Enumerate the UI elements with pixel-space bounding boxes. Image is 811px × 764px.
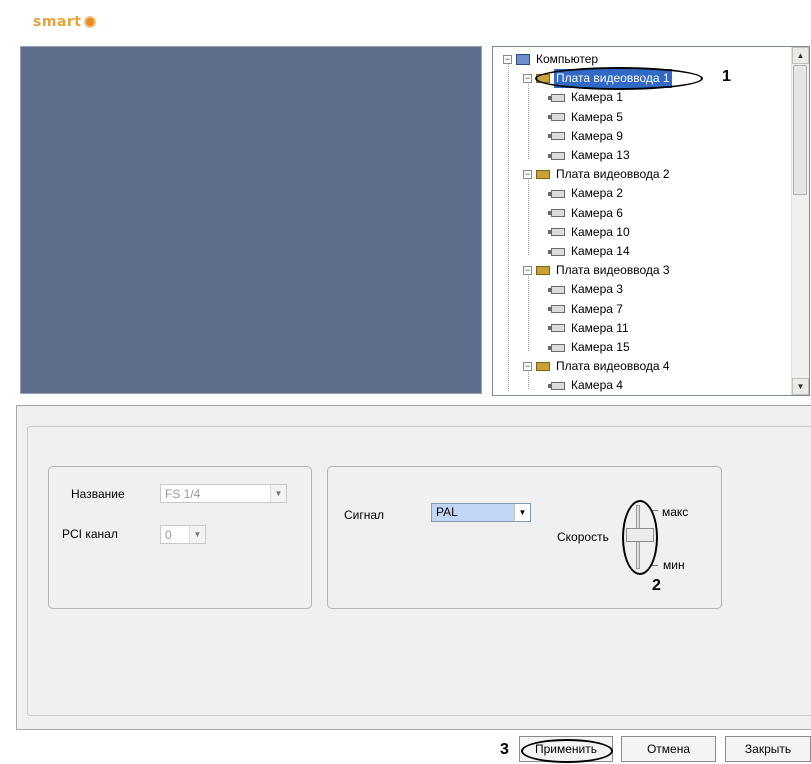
collapse-icon[interactable]: − bbox=[503, 55, 512, 64]
tree-item-camera[interactable]: Камера 1 bbox=[548, 88, 625, 107]
camera-icon bbox=[548, 189, 565, 198]
tree-item-camera[interactable]: Камера 9 bbox=[548, 127, 625, 146]
tree-item-label: Камера 15 bbox=[571, 340, 630, 354]
collapse-icon[interactable]: − bbox=[523, 170, 532, 180]
speed-max-label: макс bbox=[662, 505, 689, 519]
signal-label: Сигнал bbox=[344, 508, 385, 522]
tree-item-label: Камера 11 bbox=[571, 320, 629, 335]
tree-item-camera[interactable]: Камера 11 bbox=[548, 319, 631, 338]
annotation-ellipse-2 bbox=[622, 500, 658, 575]
capture-board-icon bbox=[536, 362, 550, 372]
camera-icon bbox=[548, 343, 565, 352]
tree-item-label: Камера 5 bbox=[571, 109, 623, 124]
tree-item-label: Камера 10 bbox=[571, 224, 630, 239]
tree-item-label: Камера 9 bbox=[571, 128, 623, 143]
hardware-tree[interactable]: − Компьютер − Плата видеоввода 1 Камера 1К… bbox=[492, 46, 810, 396]
collapse-icon[interactable]: − bbox=[523, 266, 532, 276]
tree-item-label: Камера 4 bbox=[571, 378, 623, 393]
chevron-down-icon[interactable]: ▼ bbox=[270, 485, 286, 502]
tree-item-camera[interactable]: Камера 15 bbox=[548, 338, 632, 357]
camera-icon bbox=[548, 132, 565, 141]
annotation-ellipse-1 bbox=[535, 67, 703, 90]
tree-item-label: Камера 2 bbox=[571, 186, 623, 201]
camera-icon bbox=[548, 381, 565, 390]
camera-icon bbox=[548, 151, 565, 160]
collapse-icon[interactable]: − bbox=[523, 74, 532, 84]
pci-channel-value: 0 bbox=[165, 528, 172, 542]
tree-connector-line bbox=[528, 177, 529, 255]
scroll-thumb[interactable] bbox=[793, 65, 807, 195]
logo-gear-icon bbox=[84, 16, 97, 28]
chevron-down-icon[interactable]: ▼ bbox=[514, 504, 530, 521]
camera-icon bbox=[548, 93, 565, 102]
pci-channel-select[interactable]: 0 ▼ bbox=[160, 525, 206, 544]
slider-tick bbox=[652, 565, 658, 566]
tree-item-label: Камера 1 bbox=[571, 90, 623, 105]
camera-icon bbox=[548, 228, 565, 237]
tree-scrollbar[interactable]: ▲ ▼ bbox=[791, 47, 809, 395]
camera-icon bbox=[548, 285, 565, 294]
chevron-down-icon[interactable]: ▼ bbox=[189, 526, 205, 543]
tree-item-board[interactable]: − Плата видеоввода 3 bbox=[523, 261, 672, 280]
tree-connector-line bbox=[528, 273, 529, 351]
signal-select-value: PAL bbox=[432, 504, 514, 521]
name-select[interactable]: FS 1/4 ▼ bbox=[160, 484, 287, 503]
scroll-down-icon[interactable]: ▼ bbox=[792, 378, 809, 395]
tree-connector-line bbox=[508, 61, 509, 391]
tree-item-camera[interactable]: Камера 13 bbox=[548, 146, 632, 165]
tree-item-camera[interactable]: Камера 14 bbox=[548, 242, 632, 261]
tree-item-label: Компьютер bbox=[536, 52, 599, 66]
tree-item-camera[interactable]: Камера 3 bbox=[548, 280, 625, 299]
camera-icon bbox=[548, 113, 565, 122]
collapse-icon[interactable]: − bbox=[523, 362, 532, 372]
camera-icon bbox=[548, 247, 565, 256]
annotation-ellipse-3 bbox=[521, 739, 613, 763]
tree-item-camera[interactable]: Камера 10 bbox=[548, 223, 632, 242]
capture-board-icon bbox=[536, 170, 550, 180]
tree-item-computer[interactable]: − Компьютер bbox=[503, 50, 600, 69]
tree-connector-line bbox=[528, 81, 529, 159]
tree-item-board[interactable]: − Плата видеоввода 2 bbox=[523, 165, 672, 184]
tree-item-label: Камера 13 bbox=[571, 148, 630, 162]
camera-icon bbox=[548, 305, 565, 314]
tree-item-label: Камера 14 bbox=[571, 244, 630, 258]
speed-label: Скорость bbox=[557, 530, 609, 544]
camera-settings-group bbox=[327, 466, 722, 609]
logo-text: smart bbox=[33, 14, 82, 30]
pci-channel-label: PCI канал bbox=[62, 527, 118, 541]
speed-min-label: мин bbox=[663, 558, 685, 572]
camera-icon bbox=[548, 209, 565, 218]
tree-item-camera[interactable]: Камера 6 bbox=[548, 204, 625, 223]
scroll-up-icon[interactable]: ▲ bbox=[792, 47, 809, 64]
tree-item-camera[interactable]: Камера 4 bbox=[548, 376, 625, 395]
name-label: Название bbox=[71, 487, 125, 501]
computer-icon bbox=[516, 54, 530, 65]
tree-item-label: Плата видеоввода 4 bbox=[556, 359, 670, 374]
tree-item-label: Камера 6 bbox=[571, 205, 623, 220]
tree-item-camera[interactable]: Камера 7 bbox=[548, 300, 625, 319]
annotation-number-1: 1 bbox=[722, 68, 731, 85]
tree-item-camera[interactable]: Камера 5 bbox=[548, 108, 625, 127]
smart-logo: smart bbox=[33, 14, 97, 30]
video-preview bbox=[20, 46, 482, 394]
cancel-button[interactable]: Отмена bbox=[621, 736, 716, 762]
tree-item-label: Плата видеоввода 2 bbox=[556, 167, 670, 182]
tree-item-label: Плата видеоввода 3 bbox=[556, 263, 670, 278]
tree-item-board[interactable]: − Плата видеоввода 4 bbox=[523, 357, 672, 376]
camera-icon bbox=[548, 324, 565, 333]
annotation-number-2: 2 bbox=[652, 577, 661, 594]
capture-board-icon bbox=[536, 266, 550, 276]
tree-item-label: Камера 3 bbox=[571, 282, 623, 297]
tree-item-camera[interactable]: Камера 2 bbox=[548, 184, 625, 203]
signal-select[interactable]: PAL ▼ bbox=[431, 503, 531, 522]
tree-item-label: Камера 7 bbox=[571, 301, 623, 316]
name-select-value: FS 1/4 bbox=[165, 487, 201, 501]
annotation-number-3: 3 bbox=[500, 741, 509, 758]
close-button[interactable]: Закрыть bbox=[725, 736, 811, 762]
